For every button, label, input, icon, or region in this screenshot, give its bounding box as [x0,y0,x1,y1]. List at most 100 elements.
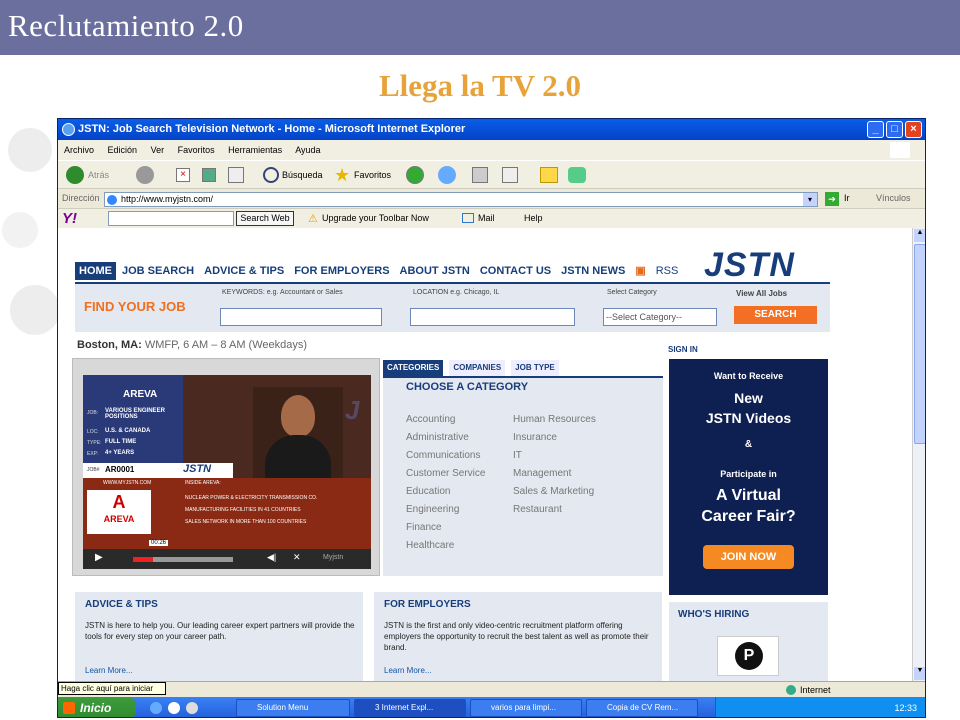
search-label[interactable]: Búsqueda [282,170,323,180]
search-web-button[interactable]: Search Web [236,211,294,226]
tab-categories[interactable]: CATEGORIES [383,360,444,376]
promo-banner[interactable]: Want to Receive New JSTN Videos & Partic… [669,359,828,595]
category-link[interactable]: Insurance [513,429,596,447]
keywords-input[interactable] [220,308,382,326]
maximize-button[interactable]: □ [886,121,903,138]
system-tray: 12:33 [715,697,925,717]
category-link[interactable]: Engineering [406,501,485,519]
search-icon[interactable] [263,167,279,183]
minimize-button[interactable]: _ [867,121,884,138]
nav-jstn-news[interactable]: JSTN NEWS [557,262,629,280]
start-button[interactable]: Inicio [58,697,136,717]
nav-contact-us[interactable]: CONTACT US [476,262,555,280]
view-all-jobs-link[interactable]: View All Jobs [736,289,787,298]
nav-for-employers[interactable]: FOR EMPLOYERS [290,262,393,280]
menu-archivo[interactable]: Archivo [64,145,94,155]
refresh-icon[interactable] [202,168,216,182]
promo-line-6: A Virtual [716,487,781,504]
edit-icon[interactable] [502,167,518,183]
address-input[interactable]: http://www.myjstn.com/ ▾ [104,192,818,207]
quick-launch-media-icon[interactable] [168,702,180,714]
video-player[interactable]: AREVA JOB: VARIOUS ENGINEER POSITIONS LO… [72,358,380,576]
back-label[interactable]: Atrás [88,170,109,180]
yahoo-logo[interactable]: Y! [62,210,77,227]
forward-arrow-icon[interactable] [136,166,154,184]
advice-body: JSTN is here to help you. Our leading ca… [85,621,355,641]
category-link[interactable]: Management [513,465,596,483]
help-menu[interactable]: Help [524,213,543,223]
yahoo-search-input[interactable] [108,211,234,226]
stop-icon[interactable]: × [176,168,190,182]
seek-bar[interactable] [133,557,233,562]
menu-herramientas[interactable]: Herramientas [228,145,282,155]
fullscreen-icon[interactable]: ✕ [293,552,301,563]
advice-tips-box: ADVICE & TIPS JSTN is here to help you. … [75,592,363,681]
task-solution-menu[interactable]: Solution Menu [236,699,350,717]
category-link[interactable]: Communications [406,447,485,465]
company-logo[interactable]: P [717,636,779,676]
sign-in-link[interactable]: SIGN IN [668,345,698,354]
advice-learn-more-link[interactable]: Learn More... [85,666,133,675]
scroll-up-icon[interactable]: ▲ [914,229,925,242]
tab-companies[interactable]: COMPANIES [449,360,506,376]
category-link[interactable]: Healthcare [406,537,485,555]
favorites-label[interactable]: Favoritos [354,170,391,180]
scroll-thumb[interactable] [914,244,925,444]
nav-home[interactable]: HOME [75,262,116,280]
category-select[interactable]: --Select Category-- [603,308,717,326]
category-link[interactable]: Administrative [406,429,485,447]
upgrade-toolbar-link[interactable]: Upgrade your Toolbar Now [322,213,429,223]
join-now-button[interactable]: JOIN NOW [703,545,794,569]
nav-job-search[interactable]: JOB SEARCH [118,262,198,280]
mail-menu[interactable]: Mail [478,213,495,223]
folder-icon[interactable] [540,167,558,183]
links-label[interactable]: Vínculos [876,193,911,203]
task-copia-cv[interactable]: Copia de CV Rem... [586,699,698,717]
category-link[interactable]: Human Resources [513,411,596,429]
volume-icon[interactable]: ◀| [267,552,276,563]
category-link[interactable]: Education [406,483,485,501]
employers-learn-more-link[interactable]: Learn More... [384,666,432,675]
whos-hiring-heading: WHO'S HIRING [678,609,750,620]
site-logo[interactable]: JSTN [704,246,795,285]
rss-icon[interactable]: ▣ [631,262,649,280]
search-button[interactable]: SEARCH [734,306,817,324]
tray-clock[interactable]: 12:33 [894,703,917,713]
task-varios[interactable]: varios para limpi... [470,699,582,717]
favorites-star-icon[interactable]: ★ [334,165,350,186]
address-dropdown-icon[interactable]: ▾ [803,193,817,206]
messenger-icon[interactable] [568,167,586,183]
tab-job-type[interactable]: JOB TYPE [511,360,559,376]
menu-edicion[interactable]: Edición [108,145,138,155]
nav-rss[interactable]: RSS [652,262,683,280]
scroll-down-icon[interactable]: ▼ [914,667,925,680]
print-icon[interactable] [472,167,488,183]
go-label[interactable]: Ir [844,193,850,203]
menu-ayuda[interactable]: Ayuda [295,145,320,155]
category-link[interactable]: Accounting [406,411,485,429]
close-button[interactable]: × [905,121,922,138]
back-arrow-icon[interactable] [66,166,84,184]
mail-icon[interactable] [438,166,456,184]
category-link[interactable]: Sales & Marketing [513,483,596,501]
nav-about-jstn[interactable]: ABOUT JSTN [396,262,474,280]
page-scrollbar[interactable]: ▲ ▼ [912,228,925,681]
category-link[interactable]: Restaurant [513,501,596,519]
nav-advice-tips[interactable]: ADVICE & TIPS [200,262,288,280]
quick-launch-ie-icon[interactable] [150,702,162,714]
status-zone: Internet [800,685,831,695]
category-link[interactable]: Customer Service [406,465,485,483]
menu-favoritos[interactable]: Favoritos [178,145,215,155]
media-icon[interactable] [406,166,424,184]
menu-ver[interactable]: Ver [151,145,165,155]
location-input[interactable] [410,308,575,326]
seek-fill [133,557,153,562]
quick-launch-desktop-icon[interactable] [186,702,198,714]
play-icon[interactable]: ▶ [95,552,103,563]
home-icon[interactable] [228,167,244,183]
video-screen[interactable]: AREVA JOB: VARIOUS ENGINEER POSITIONS LO… [83,375,371,551]
category-link[interactable]: Finance [406,519,485,537]
go-arrow-icon[interactable]: ➔ [825,192,839,206]
task-internet-explorer[interactable]: 3 Internet Expl... [354,699,466,717]
category-link[interactable]: IT [513,447,596,465]
